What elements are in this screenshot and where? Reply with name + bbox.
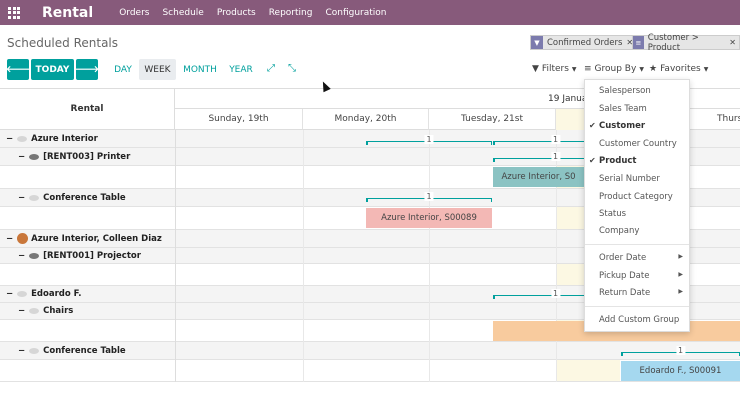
expand-icon[interactable]: ⤢ xyxy=(267,63,275,74)
group-by-dropdown: Salesperson Sales Team ✔ Customer Custome… xyxy=(584,79,690,332)
arrow-right-icon: 🡒 xyxy=(74,65,100,75)
scale-day[interactable]: DAY xyxy=(110,59,136,80)
product-icon xyxy=(29,308,40,314)
top-navbar: Rental Orders Schedule Products Reportin… xyxy=(0,0,740,25)
avatar xyxy=(17,233,29,244)
nav-configuration[interactable]: Configuration xyxy=(325,8,386,18)
groupby-product-category[interactable]: Product Category xyxy=(585,192,689,202)
check-icon: ✔ xyxy=(589,156,596,165)
favorites-label: Favorites xyxy=(660,64,701,74)
filter-icon: ▼ xyxy=(532,64,539,74)
check-icon: ✔ xyxy=(589,121,596,130)
product-icon xyxy=(29,347,40,354)
list-icon: ≡ xyxy=(584,64,592,74)
groupby-serial-number[interactable]: Serial Number xyxy=(585,174,689,184)
rental-pill[interactable]: Edoardo F., S00091 xyxy=(621,361,740,381)
scale-month[interactable]: MONTH xyxy=(180,59,220,80)
period-title: 19 Janua xyxy=(548,94,588,104)
filter-icon: ▼ xyxy=(531,36,543,49)
star-icon: ★ xyxy=(649,64,658,74)
caret-down-icon: ▼ xyxy=(703,65,709,73)
aggregate-bar: 1 xyxy=(366,192,492,208)
add-custom-group[interactable]: Add Custom Group xyxy=(585,315,689,325)
menu-divider xyxy=(585,244,689,245)
groupby-status[interactable]: Status xyxy=(585,209,689,219)
groupby-pickup-date[interactable]: Pickup Date ▶ xyxy=(585,271,689,281)
facet-label: Confirmed Orders xyxy=(547,37,623,48)
row-label: − [RENT001] Projector xyxy=(18,250,141,261)
next-button[interactable]: 🡒 xyxy=(74,59,100,80)
row-label: − Conference Table xyxy=(18,192,126,203)
caret-right-icon: ▶ xyxy=(678,288,683,295)
partner-icon xyxy=(17,135,28,142)
groupby-return-date[interactable]: Return Date ▶ xyxy=(585,288,689,298)
groupby-product[interactable]: ✔ Product xyxy=(585,156,689,166)
collapse-icon[interactable]: ⤡ xyxy=(288,63,296,74)
groupby-order-date[interactable]: Order Date ▶ xyxy=(585,253,689,263)
day-header: Monday, 20th xyxy=(303,109,429,130)
column-line xyxy=(303,130,304,382)
column-line xyxy=(429,130,430,382)
groupby-customer[interactable]: ✔ Customer xyxy=(585,121,689,131)
page-title: Scheduled Rentals xyxy=(7,36,119,50)
day-header: Sunday, 19th xyxy=(175,109,303,130)
row-label: − [RENT003] Printer xyxy=(18,151,131,162)
nav-schedule[interactable]: Schedule xyxy=(162,8,203,18)
nav-products[interactable]: Products xyxy=(217,8,256,18)
today-button[interactable]: TODAY xyxy=(31,59,74,80)
group-icon: ≡ xyxy=(633,36,644,49)
scale-week[interactable]: WEEK xyxy=(139,59,176,80)
menu-divider xyxy=(585,306,689,307)
day-header: Tuesday, 21st xyxy=(429,109,556,130)
rental-column-header: Rental xyxy=(0,88,175,130)
rental-pill[interactable]: Azure Interior, S00089 xyxy=(366,208,492,228)
arrow-left-icon: 🡐 xyxy=(5,65,31,75)
favorites-button[interactable]: ★ Favorites ▼ xyxy=(649,64,708,74)
groupby-company[interactable]: Company xyxy=(585,226,689,236)
groupby-customer-country[interactable]: Customer Country xyxy=(585,139,689,149)
aggregate-bar: 1 xyxy=(366,135,492,151)
scale-year[interactable]: YEAR xyxy=(225,59,257,80)
group-by-button[interactable]: ≡ Group By ▼ xyxy=(584,64,644,74)
row-label: − Edoardo F. xyxy=(6,289,82,299)
row-label: − Azure Interior, Colleen Diaz xyxy=(6,233,162,244)
facet-label: Customer > Product xyxy=(647,32,699,53)
filters-label: Filters xyxy=(541,64,569,74)
nav-orders[interactable]: Orders xyxy=(119,8,149,18)
row-label: − Azure Interior xyxy=(6,133,98,144)
caret-down-icon: ▼ xyxy=(571,65,577,73)
product-icon xyxy=(29,194,40,201)
caret-right-icon: ▶ xyxy=(678,271,683,278)
rental-pill[interactable]: Azure Interior, S0 xyxy=(493,167,584,187)
close-icon[interactable]: ✕ xyxy=(729,38,736,47)
caret-down-icon: ▼ xyxy=(639,65,644,73)
partner-icon xyxy=(17,291,28,297)
caret-right-icon: ▶ xyxy=(678,253,683,260)
prev-button[interactable]: 🡐 xyxy=(5,59,31,80)
group-by-label: Group By xyxy=(594,64,637,74)
row-label: − Conference Table xyxy=(18,345,126,356)
facet-groupby: ≡ Customer > Product ✕ xyxy=(632,32,740,53)
apps-menu-icon[interactable] xyxy=(8,6,20,19)
product-icon xyxy=(29,252,40,259)
day-header: Thurs xyxy=(690,109,740,130)
product-icon xyxy=(29,153,40,160)
groupby-sales-team[interactable]: Sales Team xyxy=(585,104,689,114)
facet-confirmed-orders: ▼ Confirmed Orders ✕ xyxy=(530,35,638,50)
column-separator xyxy=(175,130,176,382)
row-label: − Chairs xyxy=(18,306,74,316)
groupby-salesperson[interactable]: Salesperson xyxy=(585,86,689,96)
filters-button[interactable]: ▼ Filters ▼ xyxy=(532,64,577,74)
nav-reporting[interactable]: Reporting xyxy=(269,8,313,18)
app-brand[interactable]: Rental xyxy=(42,5,93,21)
